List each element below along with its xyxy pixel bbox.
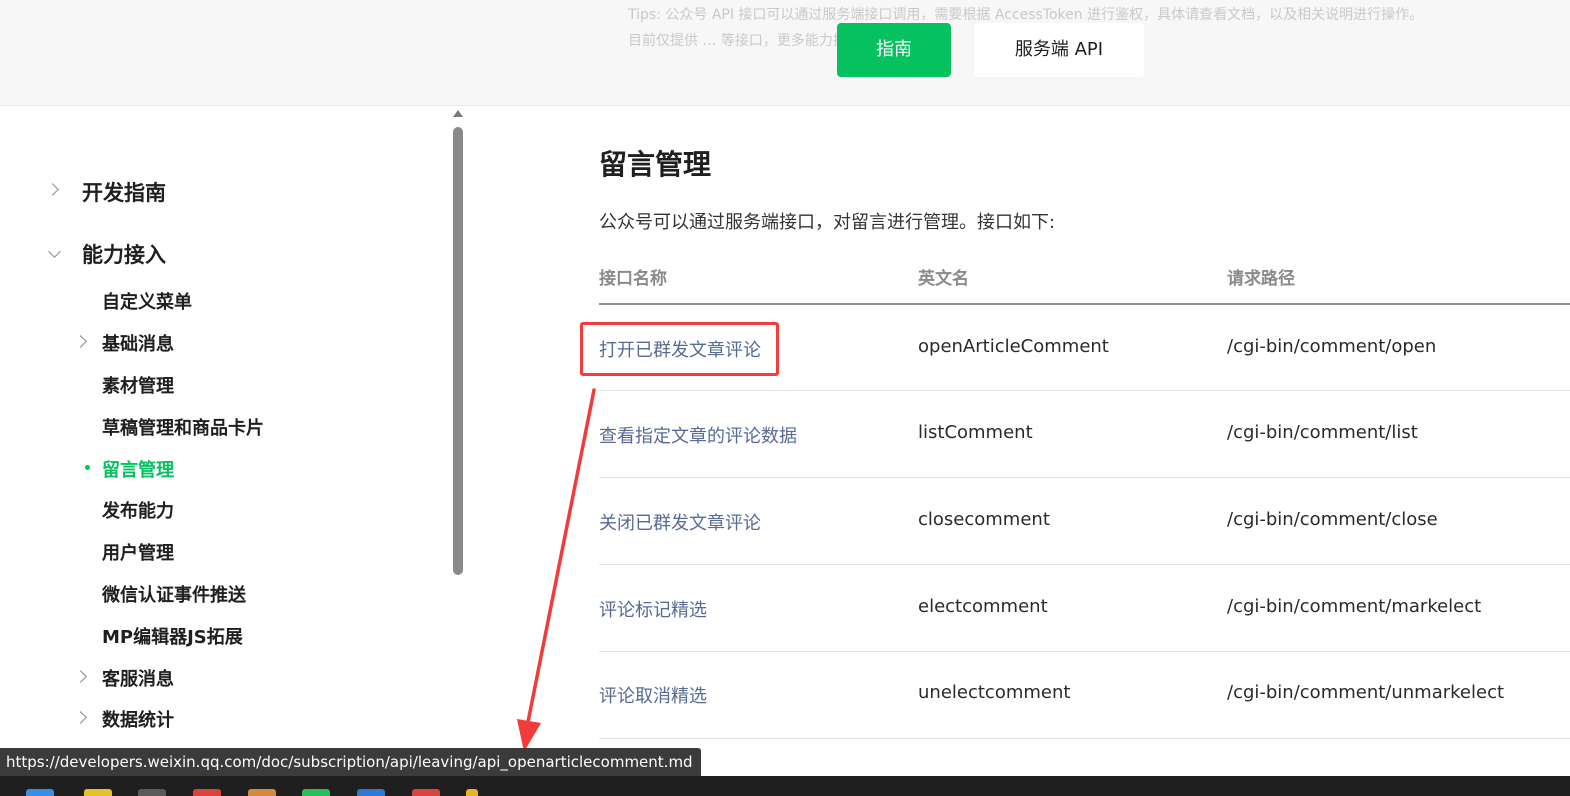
taskbar-app-icon[interactable] [193, 789, 221, 796]
taskbar-app-icon[interactable] [84, 789, 112, 796]
taskbar-app-icon[interactable] [357, 789, 385, 796]
taskbar-app-icon[interactable] [466, 789, 478, 796]
taskbar-app-icon[interactable] [138, 789, 166, 796]
taskbar [0, 776, 1570, 796]
taskbar-app-icon[interactable] [412, 789, 440, 796]
taskbar-app-icon[interactable] [248, 789, 276, 796]
taskbar-app-icon[interactable] [302, 789, 330, 796]
windows-start-icon[interactable] [26, 789, 54, 796]
annotation-arrow-icon [517, 388, 596, 752]
status-url-bar: https://developers.weixin.qq.com/doc/sub… [0, 748, 701, 776]
